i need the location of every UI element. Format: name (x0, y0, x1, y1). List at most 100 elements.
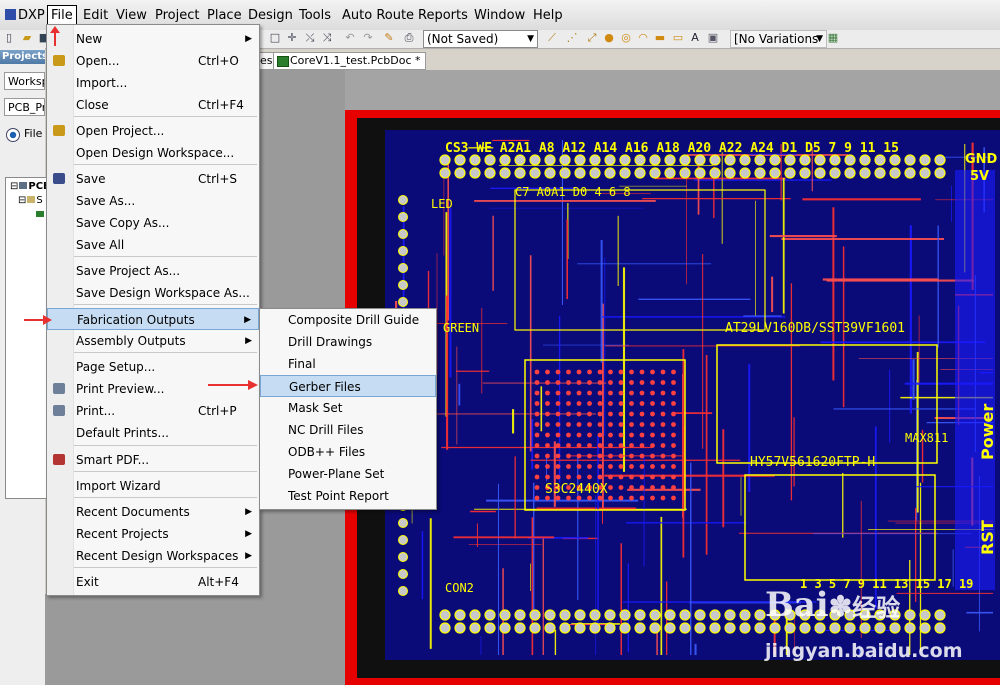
variations-combo[interactable]: [No Variations ▼ (730, 30, 827, 48)
fab-menu-item-gerber-files[interactable]: Gerber Files (260, 375, 436, 397)
menu-place[interactable]: Place (204, 6, 245, 25)
new-doc-icon[interactable]: ▯ (2, 31, 16, 45)
variant-icon[interactable]: ▦ (826, 31, 840, 45)
fab-menu-item-mask-set[interactable]: Mask Set (260, 397, 436, 419)
menu-project[interactable]: Project (152, 6, 202, 25)
highlighter-icon[interactable]: ✎ (382, 31, 396, 45)
menu-auto-route[interactable]: Auto Route (339, 6, 417, 25)
fab-menu-item-odb-files[interactable]: ODB++ Files (260, 441, 436, 463)
file-menu-item-fabrication-outputs[interactable]: Fabrication Outputs ▶ (47, 308, 259, 330)
file-menu-item-assembly-outputs[interactable]: Assembly Outputs ▶ (47, 330, 259, 352)
bga-ball (629, 474, 634, 480)
bga-ball (671, 432, 676, 438)
file-menu-item-exit[interactable]: Exit Alt+F4 (47, 571, 259, 593)
menu-help[interactable]: Help (530, 6, 566, 25)
collapse-icon[interactable]: ⊟ (18, 195, 26, 206)
move-icon[interactable]: ✛ (285, 31, 299, 45)
menu-reports[interactable]: Reports (415, 6, 471, 25)
fab-menu-item-final[interactable]: Final (260, 353, 436, 375)
component-icon[interactable]: ▣ (706, 31, 720, 45)
bga-ball (534, 411, 540, 417)
bga-ball (566, 401, 571, 406)
bga-ball (534, 369, 540, 375)
multi-route-icon[interactable]: ⤢ (585, 31, 599, 45)
bga-ball (660, 485, 666, 490)
arrow-to-fabrication-outputs (24, 315, 52, 325)
bga-ball (534, 443, 540, 448)
file-menu-item-open[interactable]: Open... Ctrl+O (47, 50, 259, 72)
pad (739, 622, 751, 634)
fab-menu-item-drill-drawings[interactable]: Drill Drawings (260, 331, 436, 353)
menu-design[interactable]: Design (245, 6, 296, 25)
bga-ball (576, 453, 582, 459)
fab-menu-item-composite-drill-guide[interactable]: Composite Drill Guide (260, 309, 436, 331)
polygon-icon[interactable]: ▭ (671, 31, 685, 45)
file-radio[interactable] (6, 128, 20, 142)
cross-select-icon[interactable]: ⤯ (303, 31, 317, 45)
project-tree[interactable]: ⊟ PCB ⊟ S (5, 177, 51, 499)
file-menu-item-import-wizard[interactable]: Import Wizard (47, 475, 259, 497)
pad (754, 622, 766, 634)
file-menu-item-recent-design-workspaces[interactable]: Recent Design Workspaces ▶ (47, 545, 259, 567)
bga-ball (629, 369, 634, 375)
redo-icon[interactable]: ↷ (361, 31, 375, 45)
file-menu-item-save-copy-as[interactable]: Save Copy As... (47, 212, 259, 234)
bga-ball (587, 422, 592, 427)
file-menu-item-close[interactable]: Close Ctrl+F4 (47, 94, 259, 116)
fill-icon[interactable]: ▬ (653, 31, 667, 45)
tree-item-pcb[interactable]: ⊟ PCB (10, 181, 51, 192)
file-menu-item-recent-projects[interactable]: Recent Projects ▶ (47, 523, 259, 545)
pad (439, 154, 451, 166)
open-folder-icon[interactable]: ▰ (20, 31, 34, 45)
arc-icon[interactable]: ◠ (636, 31, 650, 45)
file-menu-item-save[interactable]: Save Ctrl+S (47, 168, 259, 190)
file-menu-item-save-all[interactable]: Save All (47, 234, 259, 256)
file-menu-item-recent-documents[interactable]: Recent Documents ▶ (47, 501, 259, 523)
fab-menu-item-nc-drill-files[interactable]: NC Drill Files (260, 419, 436, 441)
tab-pcbdoc[interactable]: CoreV1.1_test.PcbDoc * (273, 52, 426, 70)
project-field[interactable]: PCB_Pr (4, 98, 45, 116)
deselect-icon[interactable]: ⤨ (320, 31, 334, 45)
file-menu-item-open-project[interactable]: Open Project... (47, 120, 259, 142)
route-icon[interactable]: ⟋ (545, 31, 559, 45)
bga-ball (629, 432, 634, 438)
tree-item-source[interactable]: ⊟ S (18, 195, 43, 206)
pad-icon[interactable]: ● (602, 31, 616, 45)
file-menu-item-save-design-workspace-as[interactable]: Save Design Workspace As... (47, 282, 259, 304)
browse-icon[interactable]: ⎙ (402, 31, 416, 45)
bga-ball (650, 474, 655, 480)
fab-menu-item-test-point-report[interactable]: Test Point Report (260, 485, 436, 507)
file-menu-item-save-as[interactable]: Save As... (47, 190, 259, 212)
bga-ball (671, 422, 676, 427)
bga-ball (608, 390, 613, 396)
pad (604, 609, 616, 621)
pad (664, 609, 676, 621)
silk-row2: C7 A0A1 D0 4 6 8 (515, 185, 631, 199)
menu-edit[interactable]: Edit (80, 6, 111, 25)
file-menu-item-print[interactable]: Print... Ctrl+P (47, 400, 259, 422)
select-rect-icon[interactable]: □ (268, 31, 282, 45)
file-menu-item-open-design-workspace[interactable]: Open Design Workspace... (47, 142, 259, 164)
file-menu-item-new[interactable]: New ▶ (47, 28, 259, 50)
via-icon[interactable]: ◎ (619, 31, 633, 45)
bga-ball (555, 453, 561, 459)
menu-view[interactable]: View (113, 6, 150, 25)
string-icon[interactable]: A (688, 31, 702, 45)
dxp-menu[interactable]: DXP (2, 6, 48, 25)
collapse-icon[interactable]: ⊟ (10, 181, 18, 192)
diff-pair-icon[interactable]: ⋰ (565, 31, 579, 45)
file-menu-item-save-project-as[interactable]: Save Project As... (47, 260, 259, 282)
file-menu-item-import[interactable]: Import... (47, 72, 259, 94)
file-menu-item-smart-pdf[interactable]: Smart PDF... (47, 449, 259, 471)
file-menu-item-default-prints[interactable]: Default Prints... (47, 422, 259, 444)
undo-icon[interactable]: ↶ (343, 31, 357, 45)
tree-item-doc[interactable] (36, 211, 44, 217)
menu-file[interactable]: File (47, 5, 77, 26)
workspace-field[interactable]: Worksp (4, 72, 45, 90)
pcb-board[interactable]: CS3 WE A2A1 A8 A12 A14 A16 A18 A20 A22 A… (345, 110, 1000, 685)
fab-menu-item-power-plane-set[interactable]: Power-Plane Set (260, 463, 436, 485)
file-menu-item-page-setup[interactable]: Page Setup... (47, 356, 259, 378)
menu-tools[interactable]: Tools (296, 6, 334, 25)
menu-window[interactable]: Window (471, 6, 528, 25)
status-combo[interactable]: (Not Saved) ▼ (423, 30, 538, 48)
